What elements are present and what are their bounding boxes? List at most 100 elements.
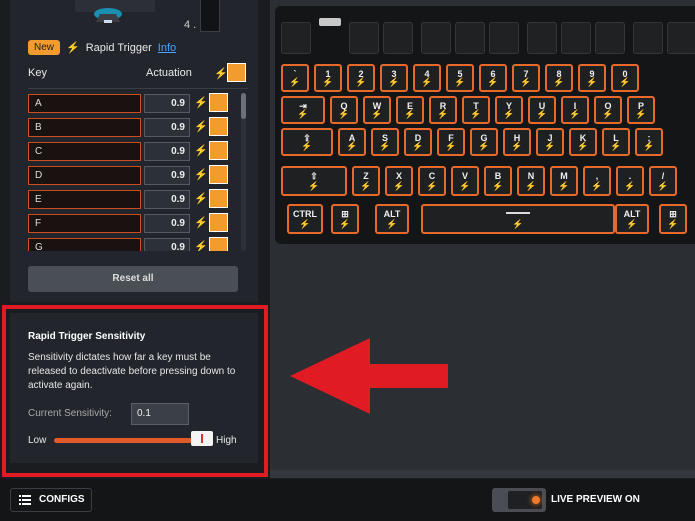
keyboard-key[interactable]: H ⚡ (503, 128, 531, 156)
bolt-icon: ⚡ (536, 109, 548, 119)
keyboard-key[interactable]: ⊞ ⚡ (659, 204, 687, 234)
keyboard-key[interactable]: S ⚡ (371, 128, 399, 156)
keyboard-key[interactable]: 0 ⚡ (611, 64, 639, 92)
keyboard-key[interactable]: 8 ⚡ (545, 64, 573, 92)
actuation-value[interactable]: 0.9 (144, 166, 190, 185)
keyboard-key[interactable]: ; ⚡ (635, 128, 663, 156)
key-name[interactable]: E (28, 190, 141, 209)
keyboard-key[interactable]: ⇧ ⚡ (281, 166, 347, 196)
keyboard-key[interactable]: X ⚡ (385, 166, 413, 196)
keyboard-key[interactable]: / ⚡ (649, 166, 677, 196)
function-key[interactable] (595, 22, 625, 54)
key-checkbox[interactable] (209, 213, 228, 232)
device-slot[interactable] (200, 0, 220, 32)
keyboard-key[interactable]: D ⚡ (404, 128, 432, 156)
keyboard-key[interactable]: 6 ⚡ (479, 64, 507, 92)
actuation-value[interactable]: 0.9 (144, 190, 190, 209)
toggle-knob (508, 491, 542, 509)
keyboard-key[interactable]: ALT ⚡ (615, 204, 649, 234)
function-key[interactable] (281, 22, 311, 54)
function-key[interactable] (455, 22, 485, 54)
keyboard-key[interactable]: 3 ⚡ (380, 64, 408, 92)
keyboard-key[interactable]: Q ⚡ (330, 96, 358, 124)
keyboard-key[interactable]: V ⚡ (451, 166, 479, 196)
keyboard-key[interactable]: O ⚡ (594, 96, 622, 124)
key-checkbox[interactable] (209, 117, 228, 136)
keyboard-key[interactable]: Y ⚡ (495, 96, 523, 124)
keyboard-key[interactable]: J ⚡ (536, 128, 564, 156)
keyboard-key[interactable]: N ⚡ (517, 166, 545, 196)
key-name[interactable]: A (28, 94, 141, 113)
function-key[interactable] (633, 22, 663, 54)
keyboard-key[interactable]: M ⚡ (550, 166, 578, 196)
actuation-value[interactable]: 0.9 (144, 238, 190, 251)
keyboard-key[interactable]: ` ⚡ (281, 64, 309, 92)
keyboard-key[interactable]: W ⚡ (363, 96, 391, 124)
bolt-icon: ⚡ (492, 181, 504, 191)
keyboard-key[interactable]: , ⚡ (583, 166, 611, 196)
spacebar-key[interactable]: ⚡ (421, 204, 615, 234)
keyboard-key[interactable]: 4 ⚡ (413, 64, 441, 92)
keyboard-key[interactable]: CTRL ⚡ (287, 204, 323, 234)
key-name[interactable]: B (28, 118, 141, 137)
bolt-icon: ⚡ (194, 217, 208, 229)
keyboard-key[interactable]: . ⚡ (616, 166, 644, 196)
keyboard-key[interactable]: 7 ⚡ (512, 64, 540, 92)
bolt-icon: ⚡ (355, 77, 367, 87)
actuation-value[interactable]: 0.9 (144, 142, 190, 161)
bolt-icon: ⚡ (544, 141, 556, 151)
keyboard-key[interactable]: B ⚡ (484, 166, 512, 196)
key-checkbox[interactable] (209, 189, 228, 208)
keyboard-key[interactable]: C ⚡ (418, 166, 446, 196)
function-key[interactable] (527, 22, 557, 54)
key-name[interactable]: C (28, 142, 141, 161)
bolt-icon: ⚡ (322, 77, 334, 87)
keyboard-key[interactable]: 9 ⚡ (578, 64, 606, 92)
key-name[interactable]: F (28, 214, 141, 233)
scrollbar[interactable] (241, 93, 246, 251)
actuation-value[interactable]: 0.9 (144, 94, 190, 113)
keyboard-key[interactable]: 2 ⚡ (347, 64, 375, 92)
configs-button[interactable]: CONFIGS (10, 488, 92, 512)
keyboard-key[interactable]: R ⚡ (429, 96, 457, 124)
keyboard-key[interactable]: 5 ⚡ (446, 64, 474, 92)
function-key[interactable] (489, 22, 519, 54)
keyboard-key[interactable]: T ⚡ (462, 96, 490, 124)
keyboard-key[interactable]: ALT ⚡ (375, 204, 409, 234)
key-name[interactable]: G (28, 238, 141, 251)
reset-all-button[interactable]: Reset all (28, 266, 238, 292)
keyboard-key[interactable]: K ⚡ (569, 128, 597, 156)
key-checkbox[interactable] (209, 165, 228, 184)
actuation-value[interactable]: 0.9 (144, 118, 190, 137)
keyboard-key[interactable]: U ⚡ (528, 96, 556, 124)
keyboard-key[interactable]: A ⚡ (338, 128, 366, 156)
keyboard-key[interactable]: E ⚡ (396, 96, 424, 124)
keyboard-key[interactable]: F ⚡ (437, 128, 465, 156)
select-all-checkbox[interactable] (227, 63, 246, 82)
keyboard-key[interactable]: ⇥ ⚡ (281, 96, 325, 124)
keyboard-key[interactable]: P ⚡ (627, 96, 655, 124)
key-checkbox[interactable] (209, 141, 228, 160)
function-key[interactable] (383, 22, 413, 54)
keyboard-key[interactable]: G ⚡ (470, 128, 498, 156)
actuation-value[interactable]: 0.9 (144, 214, 190, 233)
key-checkbox[interactable] (209, 93, 228, 112)
key-settings-panel: 4 . New ⚡ Rapid Trigger Info Key Actuati… (10, 0, 258, 302)
function-key[interactable] (667, 22, 695, 54)
live-preview-toggle[interactable] (492, 488, 546, 512)
bolt-icon: ⚡ (301, 141, 313, 151)
panel-footer (270, 470, 695, 478)
function-key[interactable] (561, 22, 591, 54)
keyboard-key[interactable]: ⊞ ⚡ (331, 204, 359, 234)
keyboard-key[interactable]: 1 ⚡ (314, 64, 342, 92)
keyboard-key[interactable]: ⇪ ⚡ (281, 128, 333, 156)
key-name[interactable]: D (28, 166, 141, 185)
keyboard-key[interactable]: L ⚡ (602, 128, 630, 156)
key-checkbox[interactable] (209, 237, 228, 251)
function-key[interactable] (421, 22, 451, 54)
keyboard-key[interactable]: I ⚡ (561, 96, 589, 124)
info-link[interactable]: Info (158, 42, 176, 54)
function-key[interactable] (349, 22, 379, 54)
keyboard-key[interactable]: Z ⚡ (352, 166, 380, 196)
scroll-thumb[interactable] (241, 93, 246, 119)
